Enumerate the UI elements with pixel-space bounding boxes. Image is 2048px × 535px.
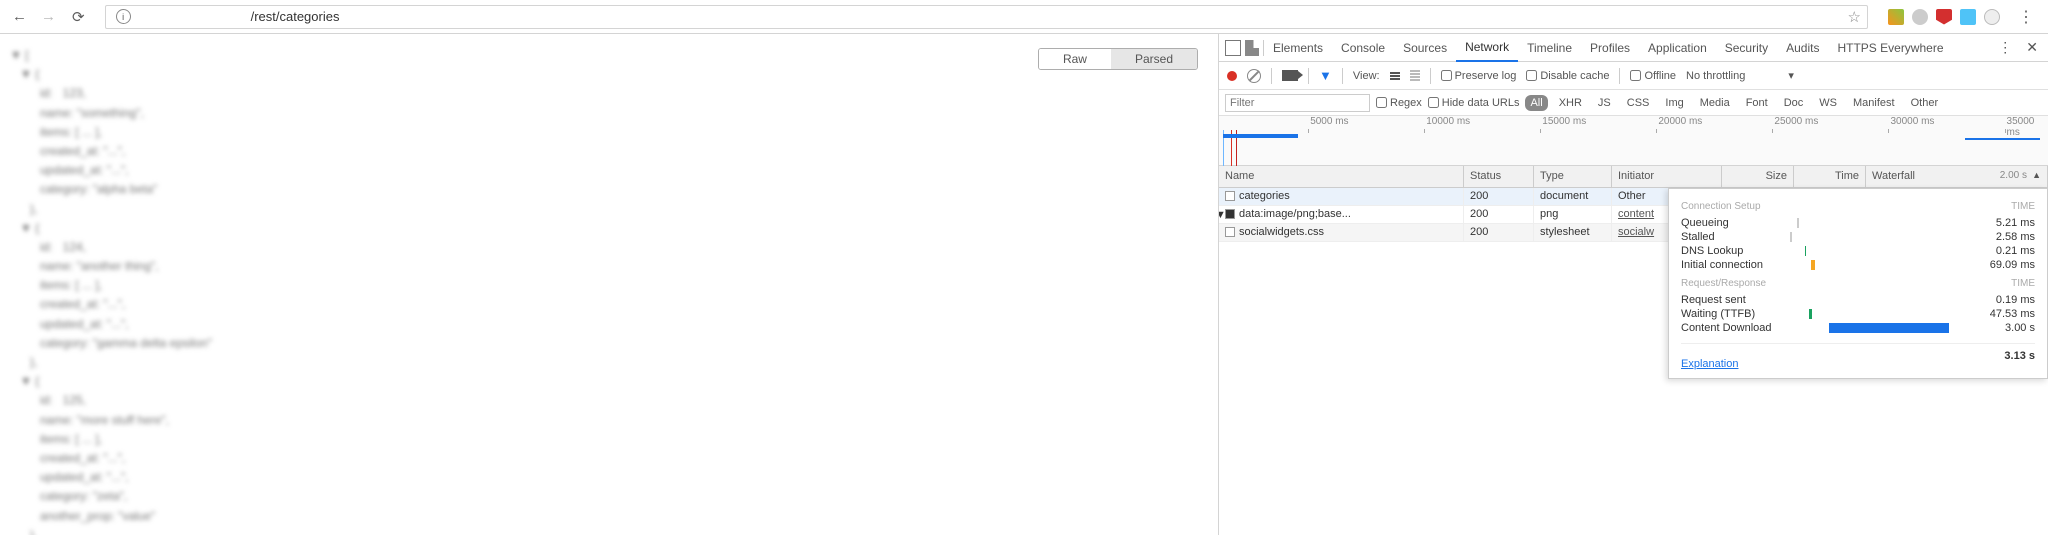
timeline-tick: 15000 ms [1542,116,1586,127]
filter-type-font[interactable]: Font [1741,95,1773,111]
col-status[interactable]: Status [1464,166,1534,187]
devtools-tabs: Elements Console Sources Network Timelin… [1219,34,2048,62]
col-size[interactable]: Size [1722,166,1794,187]
tab-sources[interactable]: Sources [1394,35,1456,61]
devtools-close-icon[interactable]: ✕ [2022,39,2042,56]
filter-type-css[interactable]: CSS [1622,95,1655,111]
filter-type-other[interactable]: Other [1906,95,1944,111]
hide-data-urls-checkbox[interactable]: Hide data URLs [1428,97,1520,109]
col-name[interactable]: Name [1219,166,1464,187]
filter-type-media[interactable]: Media [1695,95,1735,111]
regex-checkbox[interactable]: Regex [1376,97,1422,109]
tab-profiles[interactable]: Profiles [1581,35,1639,61]
extension-icon[interactable] [1960,9,1976,25]
col-type[interactable]: Type [1534,166,1612,187]
timeline-tick: 10000 ms [1426,116,1470,127]
timeline-tick: 5000 ms [1310,116,1348,127]
record-button[interactable] [1227,71,1237,81]
tab-timeline[interactable]: Timeline [1518,35,1581,61]
filter-type-ws[interactable]: WS [1814,95,1842,111]
col-initiator[interactable]: Initiator [1612,166,1722,187]
preserve-log-checkbox[interactable]: Preserve log [1441,70,1517,82]
json-content-blurred: ▼ [ ▼ { id: 123, name: "something", item… [10,46,212,535]
small-rows-icon[interactable] [1410,70,1420,81]
raw-tab[interactable]: Raw [1039,49,1111,69]
filter-type-js[interactable]: JS [1593,95,1616,111]
large-rows-icon[interactable] [1390,72,1400,80]
address-bar[interactable]: i /rest/categories ☆ [105,5,1868,29]
inspect-element-icon[interactable] [1225,40,1241,56]
filter-input[interactable] [1225,94,1370,112]
tab-application[interactable]: Application [1639,35,1716,61]
col-time[interactable]: Time [1794,166,1866,187]
page-content: Raw Parsed ▼ [ ▼ { id: 123, name: "somet… [0,34,1218,535]
parsed-tab[interactable]: Parsed [1111,49,1197,69]
clear-button[interactable] [1247,69,1261,83]
filter-type-manifest[interactable]: Manifest [1848,95,1900,111]
site-info-icon[interactable]: i [116,9,131,24]
filter-toggle-icon[interactable]: ▼ [1319,68,1332,83]
back-button[interactable]: ← [8,8,31,25]
json-view-tabs: Raw Parsed [1038,48,1198,70]
forward-button[interactable]: → [37,8,60,25]
tab-elements[interactable]: Elements [1264,35,1332,61]
disable-cache-checkbox[interactable]: Disable cache [1526,70,1609,82]
url: /rest/categories [131,9,1848,24]
chrome-menu-icon[interactable]: ⋮ [2012,7,2040,27]
devtools-more-icon[interactable]: ⋮ [1998,39,2012,56]
extension-icon[interactable] [1912,9,1928,25]
explanation-link[interactable]: Explanation [1681,358,1739,370]
filter-type-img[interactable]: Img [1660,95,1688,111]
network-table: Name Status Type Initiator Size Time Wat… [1219,166,2048,535]
offline-checkbox[interactable]: Offline [1630,70,1676,82]
timeline-tick: 30000 ms [1890,116,1934,127]
bookmark-star-icon[interactable]: ☆ [1848,8,1861,26]
tab-https-everywhere[interactable]: HTTPS Everywhere [1828,35,1952,61]
tab-security[interactable]: Security [1716,35,1777,61]
extension-icon[interactable] [1888,9,1904,25]
table-header: Name Status Type Initiator Size Time Wat… [1219,166,2048,188]
timeline-tick: 25000 ms [1774,116,1818,127]
filter-type-doc[interactable]: Doc [1779,95,1809,111]
view-label: View: [1353,70,1380,82]
network-filter-row: Regex Hide data URLs All XHR JS CSS Img … [1219,90,2048,116]
tab-network[interactable]: Network [1456,34,1518,62]
extension-icons [1882,9,2006,25]
filter-type-xhr[interactable]: XHR [1554,95,1587,111]
ublock-icon[interactable] [1936,9,1952,25]
profile-icon[interactable] [1984,9,2000,25]
timeline-tick: 20000 ms [1658,116,1702,127]
device-mode-icon[interactable] [1245,40,1259,56]
filter-type-all[interactable]: All [1525,95,1547,111]
throttling-select[interactable]: No throttling▾ [1686,69,1794,82]
tab-audits[interactable]: Audits [1777,35,1828,61]
network-toolbar: ▼ View: Preserve log Disable cache Offli… [1219,62,2048,90]
devtools-panel: Elements Console Sources Network Timelin… [1218,34,2048,535]
reload-button[interactable]: ⟳ [66,8,91,26]
timing-detail-popup: Connection SetupTIME Queueing5.21 ms Sta… [1668,188,2048,379]
col-waterfall[interactable]: Waterfall 2.00 s ▲ [1866,166,2048,187]
screenshots-icon[interactable] [1282,70,1298,81]
browser-toolbar: ← → ⟳ i /rest/categories ☆ ⋮ [0,0,2048,34]
tab-console[interactable]: Console [1332,35,1394,61]
network-overview-timeline[interactable]: 5000 ms 10000 ms 15000 ms 20000 ms 25000… [1219,116,2048,166]
